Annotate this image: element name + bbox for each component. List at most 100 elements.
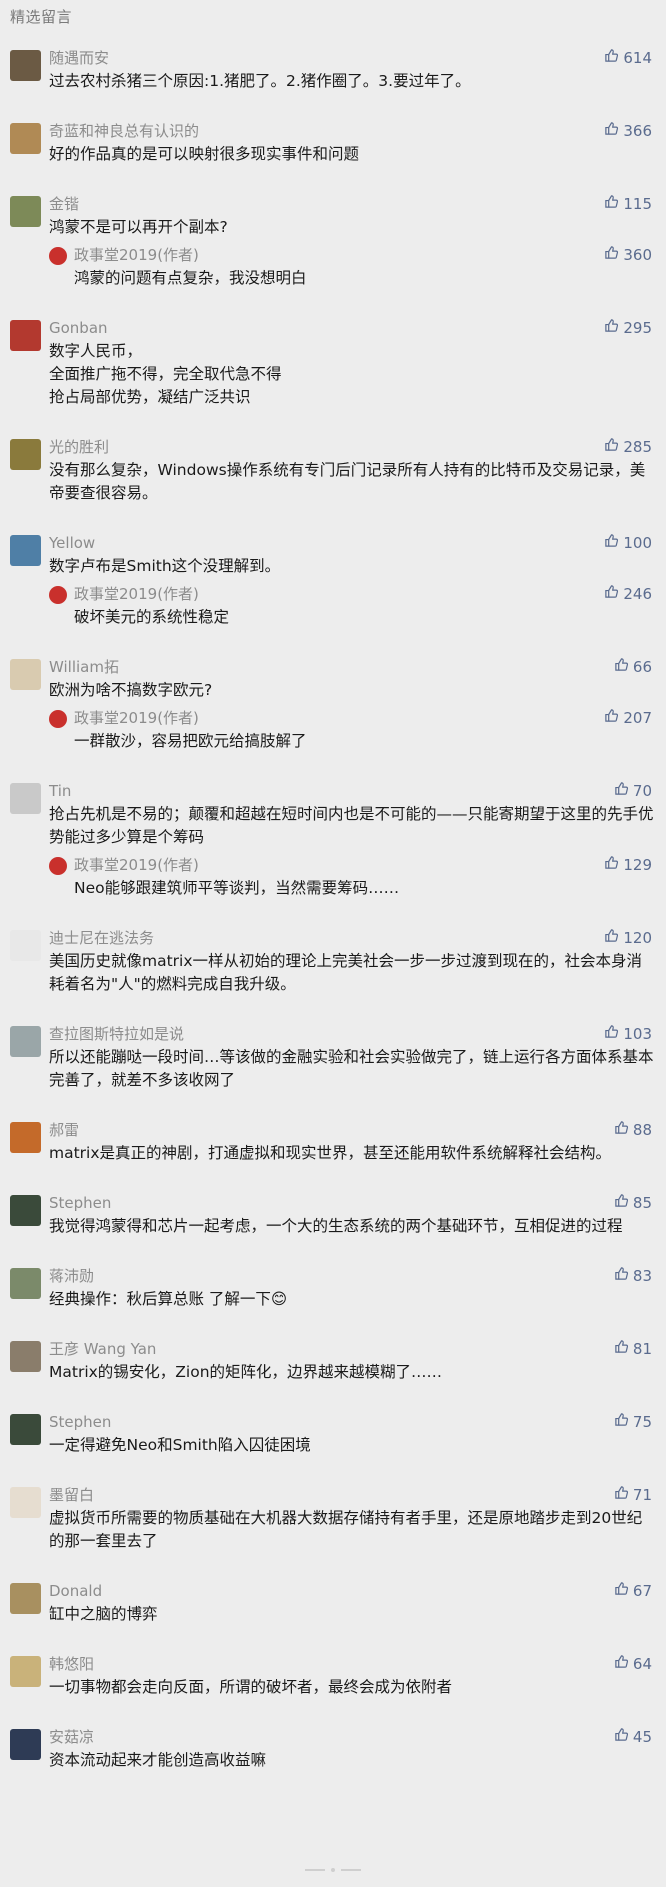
- avatar[interactable]: [10, 439, 41, 470]
- reply-author-name: 政事堂2019: [74, 856, 158, 874]
- commenter-name: 韩悠阳: [49, 1655, 95, 1673]
- avatar[interactable]: [10, 1026, 41, 1057]
- like-count: 45: [632, 1728, 652, 1746]
- like-count: 66: [632, 658, 652, 676]
- avatar[interactable]: [10, 535, 41, 566]
- like-button[interactable]: 66: [614, 657, 652, 677]
- like-button[interactable]: 67: [614, 1581, 652, 1601]
- reply-author-name: 政事堂2019: [74, 246, 158, 264]
- reply-like-button[interactable]: 207: [604, 708, 652, 728]
- like-count: 366: [623, 122, 652, 140]
- avatar[interactable]: [10, 1268, 41, 1299]
- like-count: 115: [623, 195, 652, 213]
- author-suffix: (作者): [157, 246, 199, 264]
- author-avatar: [49, 586, 67, 604]
- avatar[interactable]: [10, 1487, 41, 1518]
- comment-item: 光的胜利 285 没有那么复杂，Windows操作系统有专门后门记录所有人持有的比特…: [0, 437, 666, 505]
- reply-like-button[interactable]: 360: [604, 245, 652, 265]
- commenter-name: 金锴: [49, 195, 80, 213]
- thumbs-up-icon: [614, 1485, 629, 1505]
- avatar[interactable]: [10, 1341, 41, 1372]
- like-button[interactable]: 614: [604, 48, 652, 68]
- author-suffix: (作者): [157, 856, 199, 874]
- avatar[interactable]: [10, 50, 41, 81]
- like-button[interactable]: 71: [614, 1485, 652, 1505]
- like-count: 64: [632, 1655, 652, 1673]
- avatar[interactable]: [10, 123, 41, 154]
- footer-line-right: [341, 1869, 361, 1871]
- commenter-name: William拓: [49, 658, 119, 676]
- thumbs-up-icon: [614, 657, 629, 677]
- like-button[interactable]: 85: [614, 1193, 652, 1213]
- comment-text: 鸿蒙不是可以再开个副本?: [49, 218, 228, 236]
- comment-item: William拓 66 欧洲为啥不搞数字欧元? 政事堂2019(作者) 207 一群散沙，…: [0, 657, 666, 753]
- like-button[interactable]: 64: [614, 1654, 652, 1674]
- reply-text: 一群散沙，容易把欧元给搞肢解了: [74, 732, 307, 750]
- reply-like-button[interactable]: 129: [604, 855, 652, 875]
- like-button[interactable]: 88: [614, 1120, 652, 1140]
- avatar[interactable]: [10, 783, 41, 814]
- commenter-name: Tin: [49, 782, 72, 800]
- reply-text: 破坏美元的系统性稳定: [74, 608, 230, 626]
- commenter-name: 郝雷: [49, 1121, 80, 1139]
- avatar[interactable]: [10, 196, 41, 227]
- thumbs-up-icon: [604, 437, 619, 457]
- comment-text: 抢占先机是不易的；颠覆和超越在短时间内也是不可能的——只能寄期望于这里的先手优势…: [49, 805, 654, 846]
- footer-line-left: [305, 1869, 325, 1871]
- like-button[interactable]: 81: [614, 1339, 652, 1359]
- thumbs-up-icon: [604, 855, 619, 875]
- commenter-name: 随遇而安: [49, 49, 110, 67]
- like-button[interactable]: 103: [604, 1024, 652, 1044]
- like-button[interactable]: 75: [614, 1412, 652, 1432]
- commenter-name: Donald: [49, 1582, 103, 1600]
- thumbs-up-icon: [614, 781, 629, 801]
- like-button[interactable]: 83: [614, 1266, 652, 1286]
- like-button[interactable]: 295: [604, 318, 652, 338]
- comment-text: 资本流动起来才能创造高收益嘛: [49, 1751, 267, 1769]
- like-button[interactable]: 120: [604, 928, 652, 948]
- commenter-name: 安菇凉: [49, 1728, 95, 1746]
- comment-item: 迪士尼在逃法务 120 美国历史就像matrix一样从初始的理论上完美社会一步一步过…: [0, 928, 666, 996]
- commenter-name: Stephen: [49, 1413, 112, 1431]
- avatar[interactable]: [10, 1414, 41, 1445]
- reply-author-row: 政事堂2019(作者): [74, 855, 666, 875]
- like-button[interactable]: 115: [604, 194, 652, 214]
- avatar[interactable]: [10, 1122, 41, 1153]
- comment-item: 随遇而安 614 过去农村杀猪三个原因:1.猪肥了。2.猪作圈了。3.要过年了。: [0, 48, 666, 93]
- reply-author-name: 政事堂2019: [74, 709, 158, 727]
- avatar[interactable]: [10, 930, 41, 961]
- comment-text: 虚拟货币所需要的物质基础在大机器大数据存储持有者手里，还是原地踏步走到20世纪的…: [49, 1509, 643, 1550]
- like-button[interactable]: 285: [604, 437, 652, 457]
- commenter-name: 王彦 Wang Yan: [49, 1340, 157, 1358]
- avatar[interactable]: [10, 320, 41, 351]
- reply-author-name: 政事堂2019: [74, 585, 158, 603]
- thumbs-up-icon: [604, 584, 619, 604]
- avatar[interactable]: [10, 1195, 41, 1226]
- reply-like-count: 246: [623, 585, 652, 603]
- like-button[interactable]: 100: [604, 533, 652, 553]
- comment-item: 蒋沛勋 83 经典操作：秋后算总账 了解一下😊: [0, 1266, 666, 1311]
- avatar[interactable]: [10, 1583, 41, 1614]
- comment-text: 所以还能蹦哒一段时间…等该做的金融实验和社会实验做完了，链上运行各方面体系基本完…: [49, 1048, 654, 1089]
- comment-text: 欧洲为啥不搞数字欧元?: [49, 681, 213, 699]
- reply-author-row: 政事堂2019(作者): [74, 245, 666, 265]
- avatar[interactable]: [10, 659, 41, 690]
- comment-text: 我觉得鸿蒙得和芯片一起考虑，一个大的生态系统的两个基础环节，互相促进的过程: [49, 1217, 623, 1235]
- author-reply: 政事堂2019(作者) 360 鸿蒙的问题有点复杂，我没想明白: [49, 245, 666, 290]
- like-button[interactable]: 45: [614, 1727, 652, 1747]
- reply-like-count: 360: [623, 246, 652, 264]
- thumbs-up-icon: [604, 1024, 619, 1044]
- thumbs-up-icon: [604, 928, 619, 948]
- comment-text: 没有那么复杂，Windows操作系统有专门后门记录所有人持有的比特币及交易记录，…: [49, 461, 646, 502]
- commenter-name: Yellow: [49, 534, 96, 552]
- like-button[interactable]: 366: [604, 121, 652, 141]
- like-count: 71: [632, 1486, 652, 1504]
- like-button[interactable]: 70: [614, 781, 652, 801]
- avatar[interactable]: [10, 1656, 41, 1687]
- commenter-name: 查拉图斯特拉如是说: [49, 1025, 185, 1043]
- reply-author-row: 政事堂2019(作者): [74, 708, 666, 728]
- reply-author-row: 政事堂2019(作者): [74, 584, 666, 604]
- reply-like-button[interactable]: 246: [604, 584, 652, 604]
- avatar[interactable]: [10, 1729, 41, 1760]
- comment-text: 好的作品真的是可以映射很多现实事件和问题: [49, 145, 360, 163]
